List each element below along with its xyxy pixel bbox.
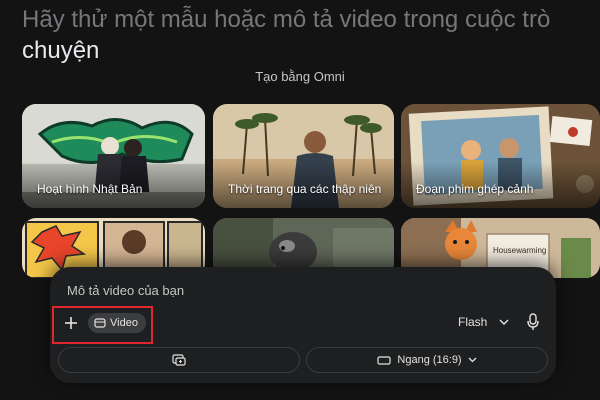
chevron-down-icon [499,319,509,325]
prompt-input[interactable]: Mô tả video của bạn [67,283,184,298]
video-chip-label: Video [110,317,138,329]
section-subtitle: Tạo bằng Omni [255,69,345,84]
template-card-label: Housewarming [493,246,547,255]
template-card-label: Đoạn phim ghép cảnh [416,182,534,196]
video-mode-chip[interactable]: Video [88,313,146,333]
microphone-icon[interactable] [526,313,540,331]
video-icon [94,318,106,328]
prompt-composer: Mô tả video của bạn Video Flash Ngang (1… [50,267,556,383]
aspect-ratio-icon [377,355,391,365]
aspect-ratio-selector[interactable]: Ngang (16:9) [306,347,548,373]
template-card-collage[interactable]: Đoạn phim ghép cảnh [401,104,600,208]
heading-line-1: Hãy thử một mẫu hoặc mô tả video trong c… [22,6,551,33]
heading-line-2: chuyện [22,37,100,64]
frames-icon [172,354,186,366]
template-card-anime[interactable]: Hoạt hình Nhật Bản [22,104,205,208]
chevron-down-icon [468,357,477,363]
model-label: Flash [458,315,488,329]
template-card-label: Thời trang qua các thập niên [228,182,382,196]
template-card-label: Hoạt hình Nhật Bản [37,182,143,196]
template-card-fashion[interactable]: Thời trang qua các thập niên [213,104,394,208]
plus-icon[interactable] [60,312,82,334]
model-selector[interactable]: Flash [458,315,509,329]
aspect-ratio-label: Ngang (16:9) [397,354,462,366]
template-gallery: Hoạt hình Nhật Bản Thời trang qua các th… [0,104,600,278]
frames-button[interactable] [58,347,300,373]
page-heading: Hãy thử một mẫu hoặc mô tả video trong c… [22,4,592,66]
